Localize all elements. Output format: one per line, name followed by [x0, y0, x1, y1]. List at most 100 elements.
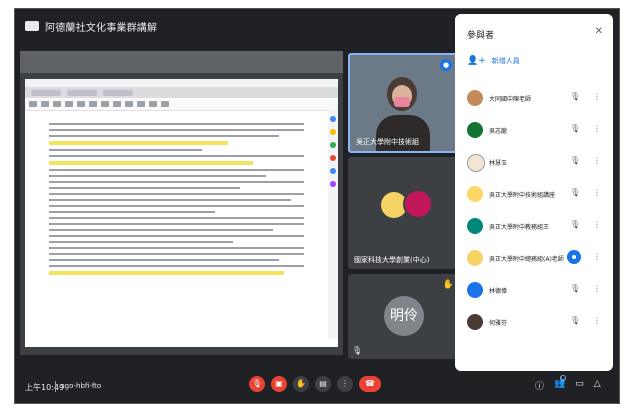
participant-count-badge: ●: [560, 375, 567, 381]
doc-line: [49, 181, 304, 183]
add-people-label: 新增人員: [491, 57, 520, 65]
side-panel-icon: [330, 181, 336, 187]
doc-line: [49, 199, 292, 201]
shared-document: [25, 79, 338, 347]
avatar: [467, 314, 483, 330]
camera-off-button[interactable]: ▣: [271, 376, 287, 392]
avatar: [403, 189, 433, 219]
avatar: [467, 122, 483, 138]
participant-name: 林德偉: [489, 288, 508, 295]
mic-off-button[interactable]: 🎙: [249, 376, 265, 392]
list-item[interactable]: 吳正大學附中教務組王 🎙 ⋮: [455, 212, 613, 244]
doc-line: [49, 247, 304, 249]
avatar: [467, 154, 485, 172]
more-options-icon[interactable]: ⋮: [593, 156, 601, 165]
more-options-icon[interactable]: ⋮: [593, 92, 601, 101]
participant-name: 吳正大學附中技術組: [356, 138, 419, 146]
doc-tabs: [25, 88, 338, 98]
mic-icon[interactable]: 🎙: [570, 92, 580, 101]
doc-line: [49, 149, 202, 151]
participant-name: 何雅芬: [489, 320, 508, 327]
participant-tile-speaking[interactable]: ● 吳正大學附中技術組: [348, 53, 458, 153]
mic-icon[interactable]: 🎙: [570, 188, 580, 197]
info-icon[interactable]: ⓘ: [535, 379, 544, 392]
mic-icon[interactable]: 🎙: [570, 220, 580, 229]
list-item[interactable]: 林德偉 🎙 ⋮: [455, 276, 613, 308]
add-people-button[interactable]: 👤+ 新增人員: [467, 56, 520, 66]
doc-text-block: [49, 119, 304, 279]
side-controls: ⓘ 👥 ● ▭ △: [535, 375, 601, 392]
add-person-icon: 👤+: [467, 56, 486, 66]
activities-icon[interactable]: △: [594, 379, 601, 392]
doc-line: [49, 211, 215, 213]
list-item[interactable]: 大同國中陳老師 🎙 ⋮: [455, 84, 613, 116]
participant-video-mask: [394, 97, 410, 107]
participant-tile[interactable]: 明伶 ✋ 🎙: [348, 274, 458, 359]
raise-hand-button[interactable]: ✋: [293, 376, 309, 392]
list-item[interactable]: 何雅芬 🎙 ⋮: [455, 308, 613, 340]
avatar: [467, 90, 483, 106]
toolbar-icon: [137, 101, 145, 107]
doc-line-highlighted: [49, 271, 284, 275]
chat-icon[interactable]: ▭: [575, 379, 584, 392]
toolbar-icon: [89, 101, 97, 107]
shared-window-bar: [20, 51, 343, 73]
bottom-bar: 上午10:49 sgo-hbfi-fto 🎙 ▣ ✋ ▤ ⋮ ☎ ⓘ 👥 ● ▭ …: [15, 371, 619, 403]
doc-line: [49, 169, 304, 171]
mic-icon[interactable]: 🎙: [570, 124, 580, 133]
more-options-icon[interactable]: ⋮: [593, 284, 601, 293]
mic-icon[interactable]: 🎙: [570, 284, 580, 293]
side-panel-icon: [330, 116, 336, 122]
mic-icon[interactable]: 🎙: [570, 156, 580, 165]
doc-line: [49, 129, 304, 131]
presenting-icon: [25, 21, 39, 31]
doc-toolbar: [25, 98, 338, 111]
end-call-button[interactable]: ☎: [359, 376, 381, 392]
toolbar-icon: [149, 101, 157, 107]
toolbar-icon: [29, 101, 37, 107]
more-options-icon[interactable]: ⋮: [593, 220, 601, 229]
doc-tab: [67, 90, 97, 96]
list-item[interactable]: 吳志龍 🎙 ⋮: [455, 116, 613, 148]
panel-title: 參與者: [467, 31, 495, 41]
toolbar-icon: [65, 101, 73, 107]
top-bar: 阿德蘭社文化事業群講解: [15, 9, 455, 43]
more-options-button[interactable]: ⋮: [337, 376, 353, 392]
doc-line: [49, 241, 233, 243]
doc-line: [49, 155, 304, 157]
people-panel: 參與者 ✕ 👤+ 新增人員 大同國中陳老師 🎙 ⋮ 吳志龍 🎙 ⋮ 林慧玉 🎙: [455, 14, 613, 371]
speaking-icon: ●: [440, 59, 452, 71]
present-button[interactable]: ▤: [315, 376, 331, 392]
participant-name: 吳正大學附中技術組講座: [489, 192, 556, 199]
more-options-icon[interactable]: ⋮: [593, 124, 601, 133]
toolbar-icon: [125, 101, 133, 107]
meeting-code: sgo-hbfi-fto: [61, 382, 102, 390]
speaking-indicator-icon: [567, 250, 581, 264]
doc-tab: [31, 90, 61, 96]
divider: [55, 381, 56, 392]
close-icon[interactable]: ✕: [595, 26, 603, 37]
shared-screen[interactable]: [20, 51, 343, 355]
doc-line: [49, 229, 274, 231]
doc-line: [49, 123, 304, 125]
participant-name: 吳正大學附中教務組王: [489, 224, 550, 231]
list-item[interactable]: 吳正大學附中總務組(A)老師 ⋮: [455, 244, 613, 276]
avatar: 明伶: [384, 296, 424, 336]
doc-line: [49, 193, 304, 195]
doc-line: [49, 135, 279, 137]
participant-tile[interactable]: 國家科技大學創業(中心): [348, 157, 458, 269]
doc-titlebar: [25, 79, 338, 88]
side-panel-icon: [330, 129, 336, 135]
more-options-icon[interactable]: ⋮: [593, 316, 601, 325]
mic-off-icon: 🎙: [352, 346, 363, 355]
doc-line: [49, 235, 304, 237]
meeting-title: 阿德蘭社文化事業群講解: [45, 23, 158, 34]
toolbar-icon: [77, 101, 85, 107]
more-options-icon[interactable]: ⋮: [593, 188, 601, 197]
toolbar-icon: [113, 101, 121, 107]
list-item[interactable]: 吳正大學附中技術組講座 🎙 ⋮: [455, 180, 613, 212]
people-icon[interactable]: 👥 ●: [554, 375, 567, 392]
more-options-icon[interactable]: ⋮: [593, 252, 601, 261]
list-item[interactable]: 林慧玉 🎙 ⋮: [455, 148, 613, 180]
mic-icon[interactable]: 🎙: [570, 316, 580, 325]
